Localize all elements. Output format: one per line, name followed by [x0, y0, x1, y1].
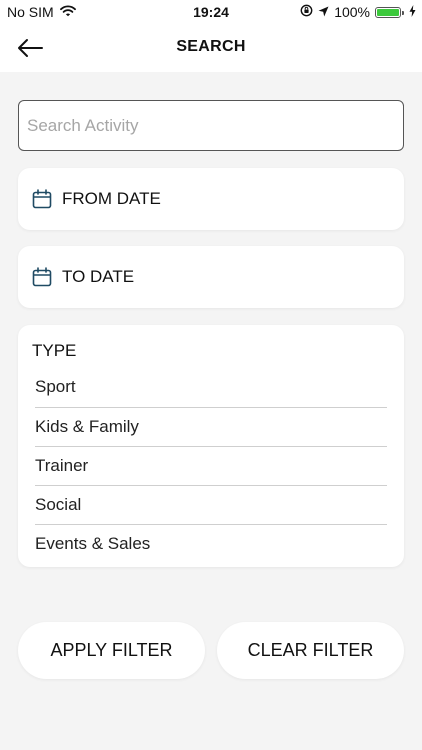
clear-filter-button[interactable]: CLEAR FILTER [217, 622, 404, 679]
search-input[interactable] [19, 101, 403, 150]
type-option-label: Social [35, 495, 82, 514]
calendar-icon [32, 189, 52, 209]
calendar-icon [32, 267, 52, 287]
type-option-events-sales[interactable]: Events & Sales [35, 525, 387, 564]
page-title: SEARCH [176, 38, 246, 55]
type-heading: TYPE [32, 341, 77, 360]
type-option-trainer[interactable]: Trainer [35, 447, 387, 486]
type-option-kids-family[interactable]: Kids & Family [35, 408, 387, 447]
type-option-sport[interactable]: Sport [35, 368, 387, 407]
battery-percent: 100% [334, 4, 370, 20]
type-option-label: Sport [35, 377, 76, 396]
battery-icon [375, 6, 404, 18]
status-right: 100% [300, 4, 416, 20]
apply-filter-button[interactable]: APPLY FILTER [18, 622, 205, 679]
to-date-picker[interactable]: TO DATE [18, 246, 404, 308]
type-option-label: Trainer [35, 456, 89, 475]
from-date-label: FROM DATE [62, 189, 161, 208]
type-option-social[interactable]: Social [35, 486, 387, 525]
type-filter-card: TYPE Sport Kids & Family Trainer Social … [18, 325, 404, 567]
navigation-bar: SEARCH [0, 24, 422, 72]
search-field[interactable] [18, 100, 404, 151]
status-bar: No SIM 19:24 100% [0, 0, 422, 24]
to-date-label: TO DATE [62, 267, 135, 286]
orientation-lock-icon [300, 4, 313, 20]
charging-bolt-icon [409, 4, 416, 20]
type-option-label: Events & Sales [35, 534, 151, 553]
location-arrow-icon [318, 4, 329, 20]
from-date-picker[interactable]: FROM DATE [18, 168, 404, 230]
type-option-label: Kids & Family [35, 417, 139, 436]
